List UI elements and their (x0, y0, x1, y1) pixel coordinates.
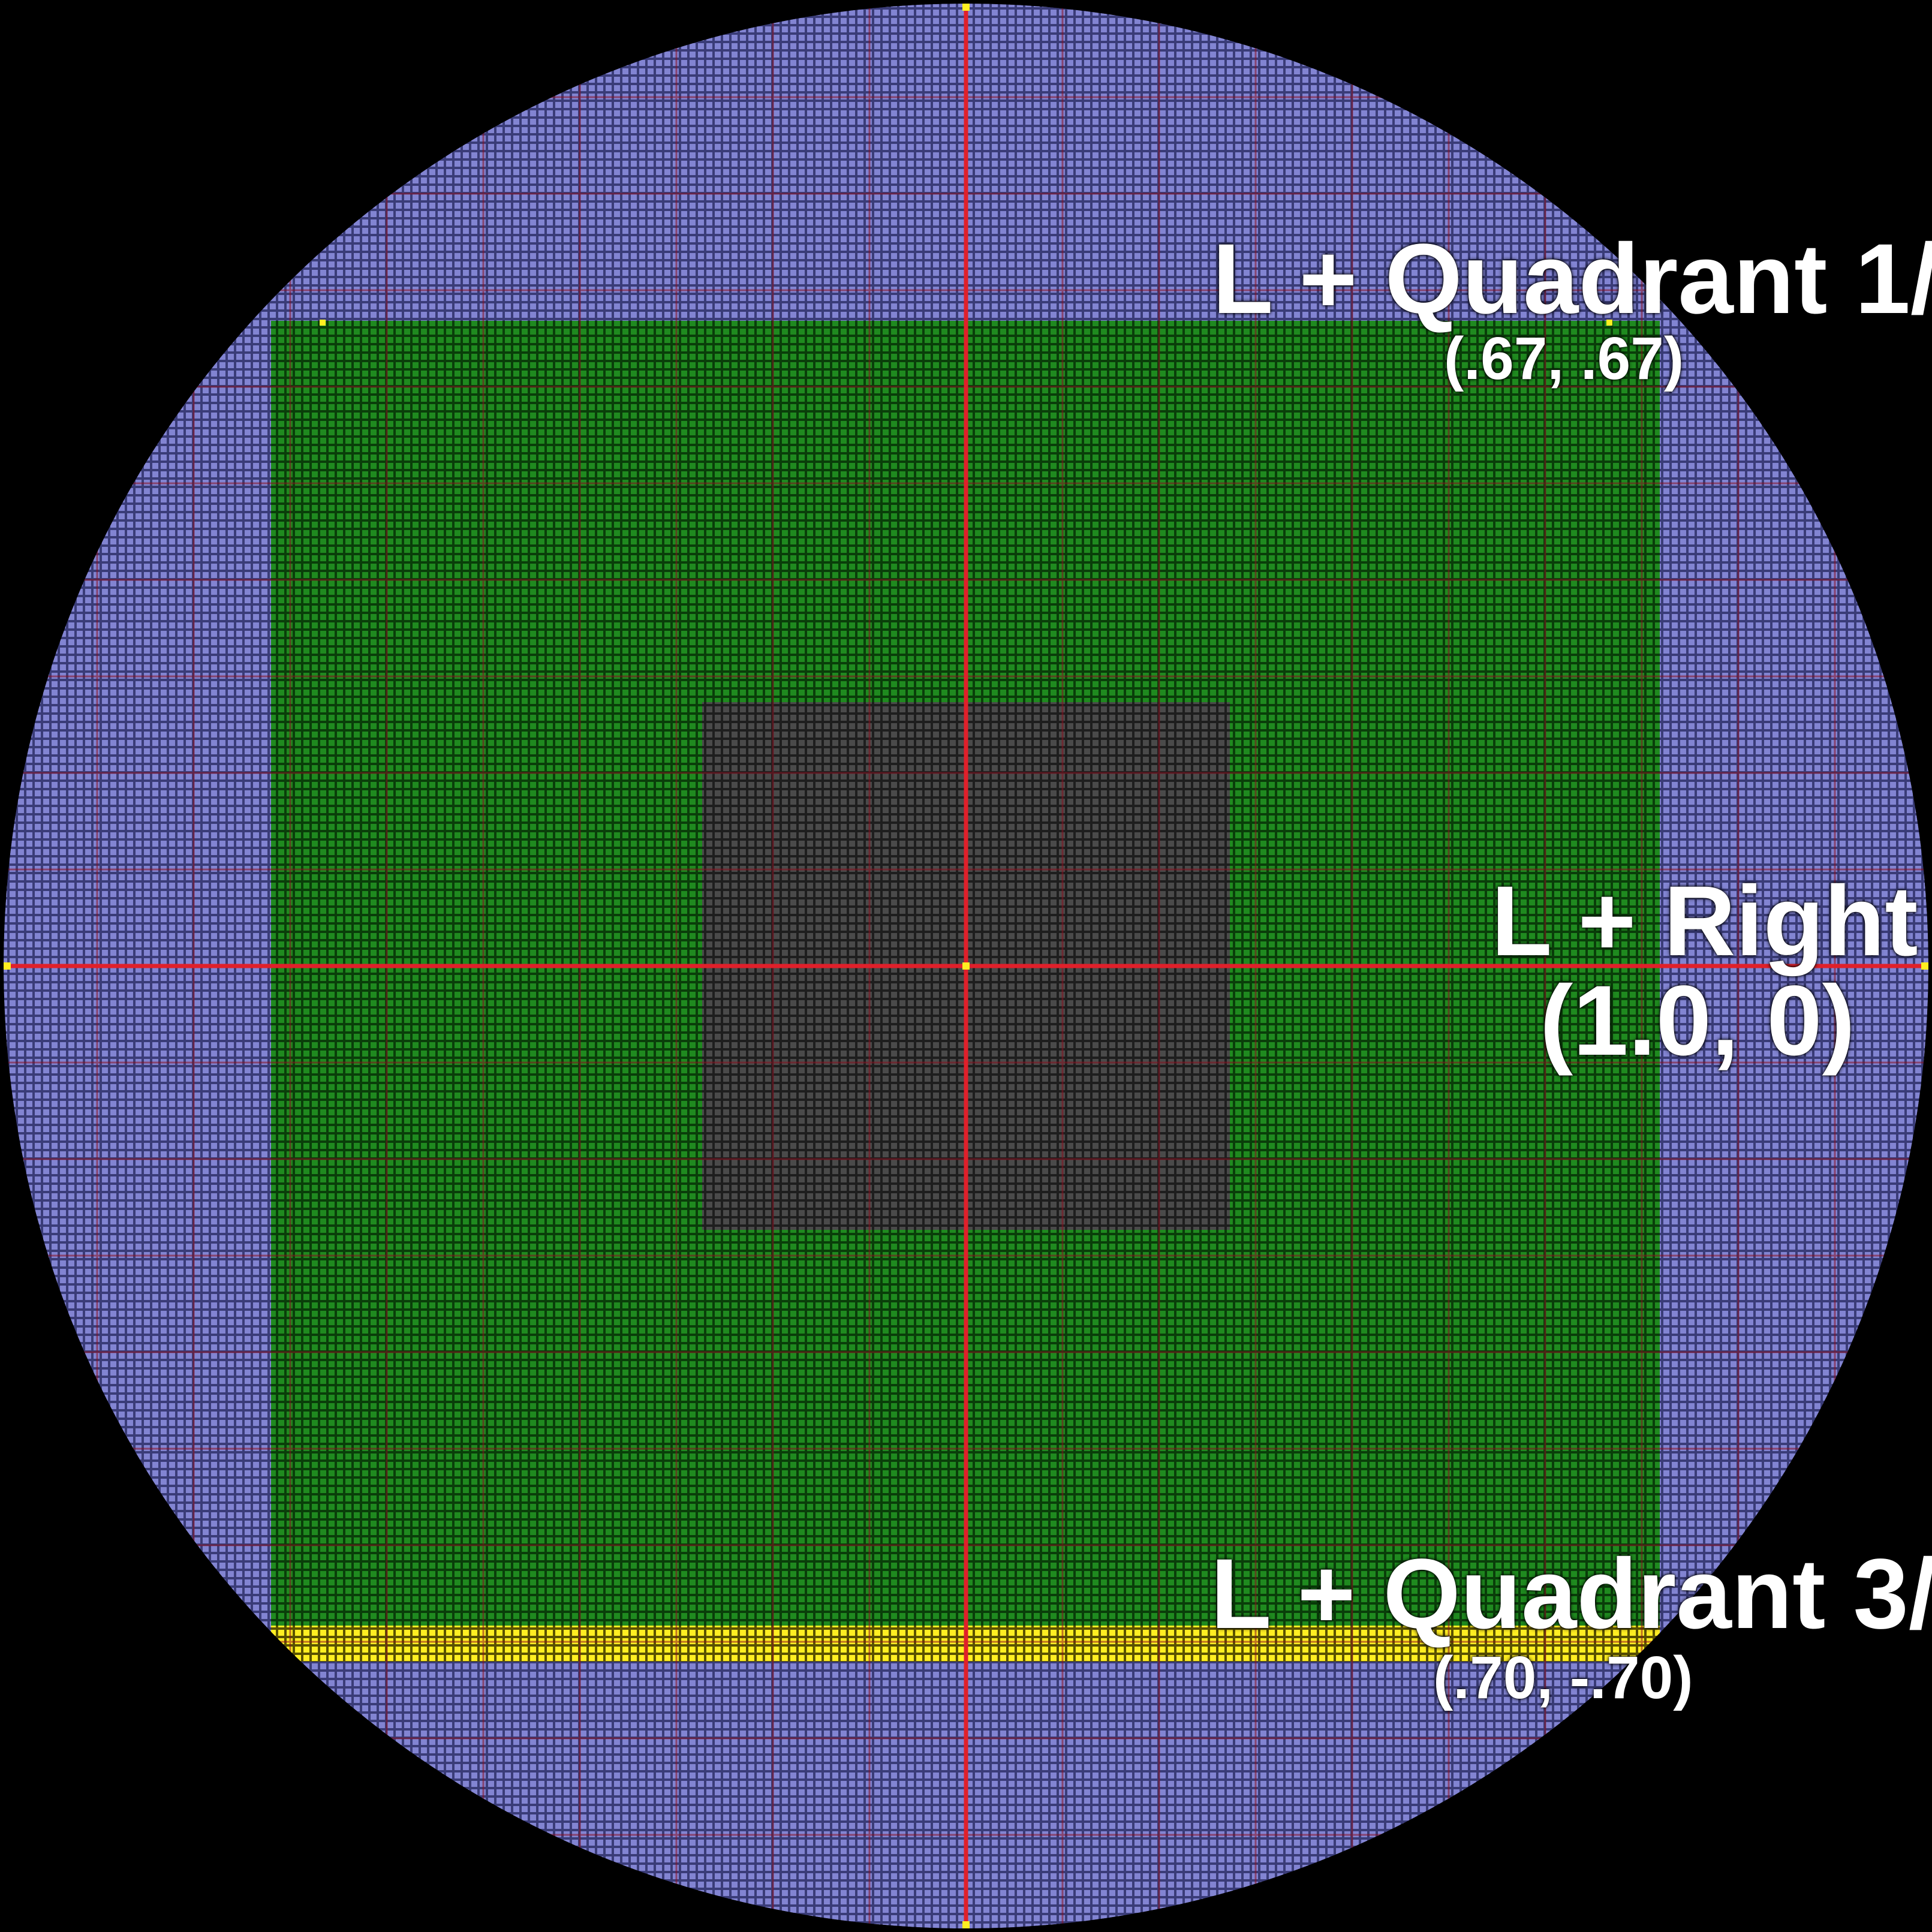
coord-quadrant-12: (.67, .67) (1444, 325, 1684, 392)
label-right: L + Right (1491, 866, 1918, 977)
joystick-deadzone-diagram: L + Quadrant 1/2 (.67, .67) L + Right (1… (0, 0, 1932, 1932)
label-quadrant-12: L + Quadrant 1/2 (1212, 224, 1932, 335)
label-quadrant-34: L + Quadrant 3/4 (1211, 1539, 1932, 1650)
coord-right: (1.0, 0) (1540, 965, 1855, 1076)
marker-top (962, 4, 970, 11)
marker-center (962, 962, 970, 970)
marker-left (4, 962, 11, 970)
marker-bottom (962, 1921, 970, 1928)
marker-right (1921, 962, 1928, 970)
marker-q12-left (320, 320, 326, 326)
coord-quadrant-34: (.70, -.70) (1433, 1644, 1693, 1711)
